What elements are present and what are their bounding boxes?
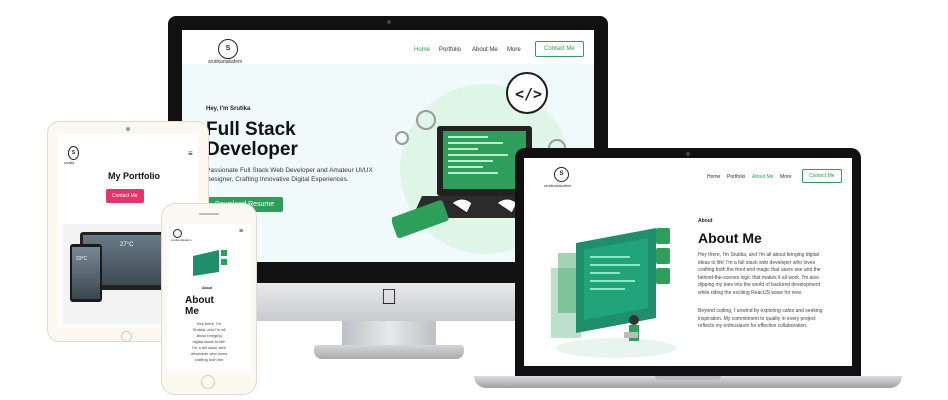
para1-line: dipping my toes into the world of backen… xyxy=(698,282,821,288)
hero-subtitle-line2: Designer, Crafting Innovative Digital Ex… xyxy=(206,176,349,183)
hero-title-line1: Full Stack xyxy=(206,119,296,140)
laptop-logo-text: srutikartakafem xyxy=(544,183,572,188)
phone-para-line: crafting both the xyxy=(194,357,224,362)
about-illustration xyxy=(551,228,676,358)
para2-line: inspiration. My commitment to quality in… xyxy=(698,315,816,322)
tablet-title: My Portfolio xyxy=(108,171,160,181)
phone-about-title-line2: Me xyxy=(185,306,199,317)
para1-line: while riding the exciting ReactJS wave f… xyxy=(698,289,802,296)
para2-line: reflects my enthusiasm for effective col… xyxy=(698,323,808,329)
laptop-nav-portfolio[interactable]: Portfolio xyxy=(727,174,745,180)
imac-contact-button[interactable]: Contact Me xyxy=(535,41,584,57)
laptop-logo[interactable]: S xyxy=(554,167,569,182)
tablet-weather-temp2: 27°C xyxy=(120,242,134,248)
phone-logo[interactable] xyxy=(173,229,182,238)
tablet-mock-phone: 23°C xyxy=(70,244,102,302)
imac-logo[interactable]: S xyxy=(218,39,238,59)
imac-nav-more[interactable]: More xyxy=(507,47,521,53)
laptop-about-title: About Me xyxy=(698,230,762,246)
tablet-logo-text: srutika xyxy=(64,161,75,165)
imac-logo-text: srutikartakafem xyxy=(208,59,243,65)
phone-screen: srutikartakafem ≡ About About Me Hey the… xyxy=(167,224,251,372)
tablet-weather-temp1: 23°C xyxy=(76,256,88,262)
imac-nav-portfolio[interactable]: Portfolio xyxy=(439,47,461,53)
imac-stand-neck xyxy=(342,321,436,347)
hero-title-line2: Developer xyxy=(206,139,298,160)
phone-about-title-line1: About xyxy=(185,295,214,306)
hamburger-icon[interactable]: ≡ xyxy=(188,149,193,158)
phone-about-paragraph: Hey there, I'm Srutika, and I'm all abou… xyxy=(167,321,251,363)
imac-nav-about[interactable]: About Me xyxy=(472,47,498,53)
phone-logo-text: srutikartakafem xyxy=(171,238,192,242)
para1-line: crafting both the front end magic that u… xyxy=(698,267,821,273)
phone-speaker xyxy=(199,213,219,215)
hero-greeting: Hey, I'm Srutika xyxy=(206,106,251,112)
tablet-contact-button[interactable]: Contact Me xyxy=(106,189,144,203)
laptop-about-paragraph2: Beyond coding, I unwind by exploring caf… xyxy=(698,308,848,331)
phone-home-button[interactable] xyxy=(201,375,215,389)
para2-line: Beyond coding, I unwind by exploring caf… xyxy=(698,308,823,314)
para1-line: behind-the-scenes logic that makes it al… xyxy=(698,274,819,281)
laptop-about-paragraph1: Hey there, I'm Srutika, and I'm all abou… xyxy=(698,252,848,297)
hamburger-icon[interactable]: ≡ xyxy=(239,228,243,235)
imac-camera xyxy=(387,20,391,24)
para1-line: Hey there, I'm Srutika, and I'm all abou… xyxy=(698,252,819,258)
laptop-nav-about[interactable]: About Me xyxy=(752,174,773,180)
laptop-screen: S srutikartakafem Home Portfolio About M… xyxy=(524,158,852,366)
laptop-nav-home[interactable]: Home xyxy=(707,174,720,180)
tablet-home-button[interactable] xyxy=(121,331,132,342)
code-bubble-text: </> xyxy=(515,85,542,103)
laptop-notch xyxy=(655,376,721,380)
phone-about-illustration xyxy=(193,250,227,276)
imac-navbar xyxy=(182,30,594,64)
imac-stand-base xyxy=(314,345,464,359)
laptop-about-label: About xyxy=(698,218,713,224)
tablet-logo[interactable]: S xyxy=(68,146,79,160)
laptop-contact-button[interactable]: Contact Me xyxy=(802,169,842,183)
hero-subtitle-line1: Passionate Full Stack Web Developer and … xyxy=(206,167,373,174)
laptop-nav-more[interactable]: More xyxy=(780,174,791,180)
imac-nav-home[interactable]: Home xyxy=(414,47,430,53)
apple-logo-icon:  xyxy=(377,285,401,309)
tablet-camera xyxy=(126,127,130,131)
laptop-camera xyxy=(686,152,690,156)
phone-about-label: About xyxy=(202,286,213,290)
para1-line: ideas to life! I'm a full stack web deve… xyxy=(698,259,816,266)
